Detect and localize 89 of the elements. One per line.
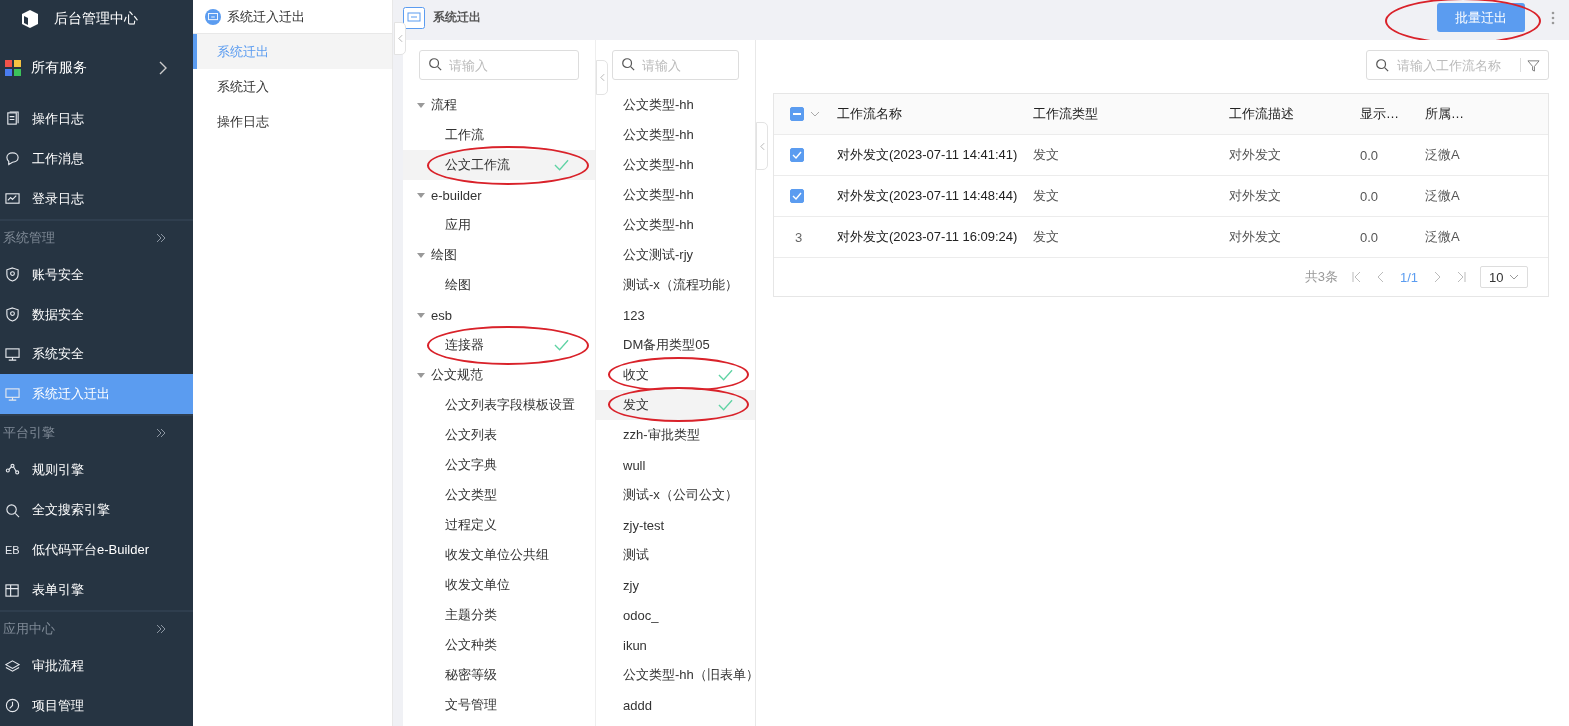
list-item[interactable]: 公文类型-hh [623,96,733,114]
table-cell-text: 0.0 [1360,147,1380,163]
tree-item[interactable]: 公文列表字段模板设置 [445,396,575,414]
nav-section-label: 平台引擎 [3,424,55,443]
list-item[interactable]: 公文类型-hh [623,216,733,234]
table-cell-text: 发文 [1033,187,1060,205]
tree-group-label: 流程 [431,96,457,114]
table-cell-text: 发文 [1033,228,1060,246]
sidebar-item[interactable]: 账号安全 [0,254,193,295]
panel-title: 系统迁入迁出 [227,7,305,26]
menu-item[interactable]: 操作日志 [193,104,392,139]
tree-item[interactable]: 连接器 [445,336,554,354]
page-size-select[interactable]: 10 [1480,266,1528,288]
all-services-button[interactable]: 所有服务 [0,37,193,98]
search-field[interactable]: 请输入 [612,50,739,80]
search-field[interactable]: 请输入工作流名称 [1366,50,1549,80]
nav-section-label: 系统管理 [3,228,55,247]
tree-item[interactable]: 工作流 [445,126,569,144]
list-item[interactable]: 测试-x（公司公文） [623,486,738,504]
nav-section-label: 应用中心 [3,620,55,639]
row-number: 3 [794,229,803,245]
tree-item[interactable]: 公文字典 [445,456,569,474]
list-item[interactable]: 收文 [623,366,718,384]
table-cell-text: 泛微A [1425,146,1461,164]
table-cell-text: 对外发文(2023-07-11 14:41:41) [837,146,1019,164]
list-item[interactable]: ikun [623,637,733,653]
app-title: 后台管理中心 [54,9,138,28]
column-header: 工作流描述 [1229,105,1295,123]
page-indicator: 1/1 [1399,269,1418,285]
column-header: 所属… [1425,105,1465,123]
tree-item[interactable]: 公文种类 [445,636,569,654]
sidebar-item[interactable]: 规则引擎 [0,450,193,491]
tree-group-label: e-builder [431,187,482,203]
table-cell-text: 对外发文(2023-07-11 14:48:44) [837,187,1019,205]
column-header: 工作流类型 [1033,105,1099,123]
sidebar-item[interactable]: 登录日志 [0,178,193,219]
tree-item[interactable]: 主题分类 [445,606,569,624]
list-item[interactable]: 测试 [623,546,733,564]
table-cell-text: 0.0 [1360,229,1380,245]
table-cell-text: 对外发文 [1229,146,1282,164]
list-item[interactable]: 公文类型-hh（旧表单） [623,666,759,684]
list-item[interactable]: 公文类型-hh [623,156,733,174]
table-cell-text: 泛微A [1425,187,1461,205]
table-cell-text: 对外发文 [1229,228,1282,246]
table-cell-text: 对外发文 [1229,187,1282,205]
menu-item[interactable]: 系统迁入 [193,69,392,104]
list-item[interactable]: zzh-审批类型 [623,426,733,444]
table-cell-text: 对外发文(2023-07-11 16:09:24) [837,228,1019,246]
tree-item[interactable]: 绘图 [445,276,569,294]
list-item[interactable]: wull [623,457,733,473]
list-item[interactable]: 123 [623,307,733,323]
tree-group-label: esb [431,307,452,323]
tree-item[interactable]: 文号管理 [445,696,569,714]
tree-item[interactable]: 公文列表 [445,426,569,444]
column-header: 工作流名称 [837,105,903,123]
list-item[interactable]: DM备用类型05 [623,336,733,354]
tree-group-label: 公文规范 [431,366,483,384]
tree-group-label: 绘图 [431,246,457,264]
sidebar-item[interactable]: 全文搜索引擎 [0,490,193,531]
tree-item[interactable]: 收发文单位 [445,576,569,594]
table-cell-text: 0.0 [1360,188,1380,204]
sidebar-item[interactable]: 表单引擎 [0,570,193,611]
sidebar-item[interactable]: 数据安全 [0,294,193,335]
tree-item[interactable]: 收发文单位公共组 [445,546,569,564]
list-item[interactable]: zjy [623,577,733,593]
search-input[interactable]: 请输入工作流名称 [1395,56,1514,74]
list-item[interactable]: 公文类型-hh [623,186,733,204]
sidebar-item[interactable]: 审批流程 [0,646,193,686]
search-field[interactable]: 请输入 [419,50,579,80]
table-cell-text: 发文 [1033,146,1060,164]
list-item[interactable]: zjy-test [623,517,733,533]
list-item[interactable]: 测试-x（流程功能） [623,276,738,294]
sidebar-item[interactable]: EB 低代码平台e-Builder [0,530,193,571]
list-item[interactable]: odoc_ [623,607,733,623]
sidebar-item[interactable]: 项目管理 [0,686,193,726]
page-title: 系统迁出 [433,9,481,26]
list-item[interactable]: addd [623,697,733,713]
tree-item[interactable]: 秘密等级 [445,666,569,684]
table-cell-text: 泛微A [1425,228,1461,246]
tree-item[interactable]: 公文类型 [445,486,569,504]
list-item[interactable]: 公文测试-rjy [623,246,733,264]
sidebar-item[interactable]: 系统安全 [0,334,193,375]
tree-item[interactable]: 应用 [445,216,569,234]
tree-item[interactable]: 过程定义 [445,516,569,534]
list-item[interactable]: 公文类型-hh [623,126,733,144]
total-count: 共3条 [1304,268,1338,286]
column-header: 显示… [1360,105,1400,123]
sidebar-item[interactable]: 工作消息 [0,138,193,179]
sidebar-item[interactable]: 操作日志 [0,98,193,139]
